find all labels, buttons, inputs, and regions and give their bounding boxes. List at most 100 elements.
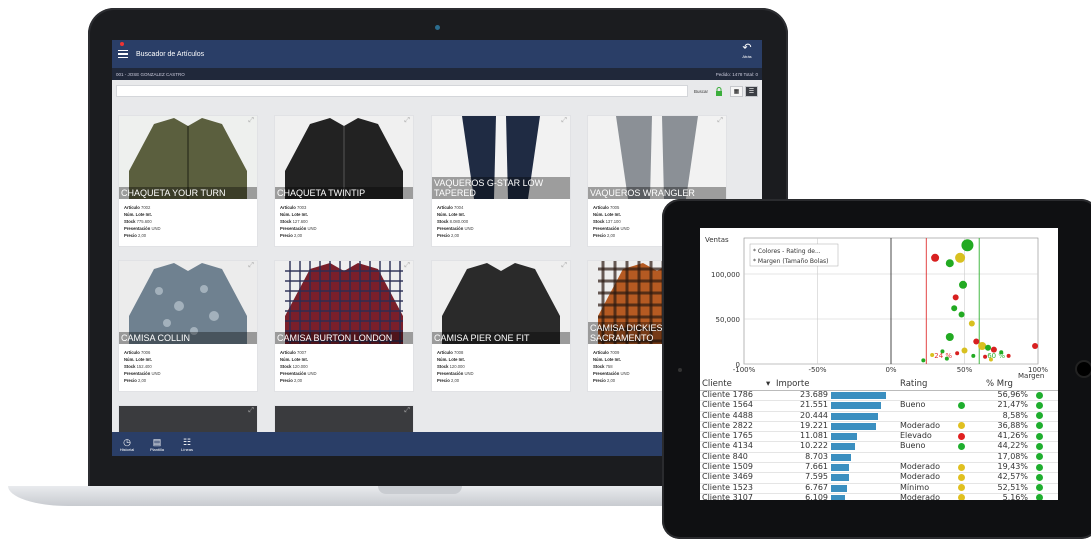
product-info: Artículo 7009 Núm. Lote Int. Stock 758 P…	[593, 350, 630, 383]
importe-bar	[831, 392, 886, 399]
cell-mrg: 21,47%	[997, 400, 1028, 410]
legend-entry: * Colores - Rating de...	[753, 248, 821, 255]
search-button[interactable]: Buscar	[694, 89, 708, 94]
precio-value: 2,00	[137, 233, 147, 238]
nav-label: Historial	[119, 446, 135, 452]
search-input[interactable]	[116, 85, 688, 97]
table-row[interactable]: Cliente 3107 6.109 Moderado 5,16%	[700, 492, 1058, 500]
product-name: VAQUEROS G-STAR LOW TAPERED	[432, 177, 570, 199]
rating-indicator-icon	[958, 484, 965, 492]
nav-lineas[interactable]: ☷ Líneas	[172, 437, 202, 452]
product-name: VAQUEROS WRANGLER	[588, 187, 726, 199]
scatter-point	[973, 338, 980, 345]
cell-mrg: 41,26%	[997, 431, 1028, 441]
scatter-point	[945, 333, 954, 341]
cell-rating: Elevado	[900, 431, 932, 441]
scatter-point	[988, 357, 993, 362]
col-cliente[interactable]: Cliente	[702, 379, 732, 389]
rating-indicator-icon	[958, 422, 965, 430]
expand-icon[interactable]: ⤢	[248, 262, 254, 270]
precio-value: 2,00	[606, 233, 616, 238]
rating-indicator-icon	[958, 442, 965, 450]
tablet-home-button[interactable]	[1075, 360, 1091, 378]
stock-value: 152.400	[136, 364, 152, 369]
product-card[interactable]: VAQUEROS G-STAR LOW TAPERED ⤢ Artículo 7…	[431, 115, 571, 247]
expand-icon[interactable]: ⤢	[404, 407, 410, 415]
margin-indicator-icon	[1036, 442, 1043, 450]
cell-cliente: Cliente 1564	[702, 400, 753, 410]
menu-icon[interactable]	[118, 48, 128, 61]
cell-cliente: Cliente 840	[702, 451, 748, 461]
expand-icon[interactable]: ⤢	[404, 262, 410, 270]
presentacion-value: UND	[464, 371, 474, 376]
stock-value: 758	[605, 364, 613, 369]
order-info: Pedido: 1478 Total: 0	[715, 71, 758, 77]
cell-mrg: 19,43%	[997, 462, 1028, 472]
webcam	[435, 25, 440, 30]
product-card[interactable]: CAMISA PIER ONE FIT ⤢ Artículo 7008 Núm.…	[431, 260, 571, 392]
stock-value: 775.600	[136, 219, 152, 224]
presentacion-value: UND	[307, 226, 317, 231]
margin-indicator-icon	[1036, 484, 1043, 492]
product-card[interactable]: CAMISA BURTON LONDON ⤢ Artículo 7007 Núm…	[274, 260, 414, 392]
scatter-point	[930, 353, 935, 357]
x-tick-label: -50%	[808, 366, 826, 374]
margin-indicator-icon	[1036, 463, 1043, 471]
col-rating[interactable]: Rating	[900, 379, 927, 389]
tablet-camera	[678, 368, 682, 372]
laptop-notch	[378, 486, 462, 494]
margin-indicator-icon	[1036, 432, 1043, 440]
nav-plantilla[interactable]: ▤ Plantilla	[142, 437, 172, 452]
articulo-value: 7002	[141, 205, 151, 210]
cell-cliente: Cliente 4488	[702, 410, 753, 420]
cell-importe: 6.109	[805, 492, 828, 500]
scatter-point	[1006, 353, 1011, 358]
expand-icon[interactable]: ⤢	[404, 117, 410, 125]
nav-label: Líneas	[180, 446, 193, 452]
sort-icon[interactable]: ▾	[766, 379, 770, 389]
product-name: CHAQUETA YOUR TURN	[119, 187, 257, 199]
expand-icon[interactable]: ⤢	[561, 117, 567, 125]
rating-indicator-icon	[958, 473, 965, 481]
importe-bar	[831, 443, 855, 451]
margin-indicator-icon	[1036, 422, 1043, 430]
cell-rating: Bueno	[900, 441, 926, 451]
cell-cliente: Cliente 4134	[702, 441, 753, 451]
scatter-point	[940, 349, 945, 354]
back-label: Atrás	[742, 54, 752, 59]
product-card[interactable]: CAMISA COLLIN ⤢ Artículo 7006 Núm. Lote …	[118, 260, 258, 392]
nav-historial[interactable]: ◷ Historial	[112, 437, 142, 452]
cell-importe: 21.551	[800, 400, 828, 410]
expand-icon[interactable]: ⤢	[561, 262, 567, 270]
grid-view-icon[interactable]: ▦	[730, 85, 743, 97]
product-image: VAQUEROS G-STAR LOW TAPERED	[432, 116, 570, 199]
list-view-icon[interactable]: ☰	[745, 85, 758, 97]
lock-icon[interactable]	[714, 86, 724, 96]
expand-icon[interactable]: ⤢	[248, 407, 254, 415]
stock-value: 137.100	[605, 219, 621, 224]
presentacion-value: UND	[151, 226, 161, 231]
col-mrg[interactable]: % Mrg	[986, 379, 1013, 389]
cell-cliente: Cliente 1786	[702, 390, 753, 399]
presentacion-value: UND	[151, 371, 161, 376]
product-card[interactable]: CHAQUETA TWINTIP ⤢ Artículo 7003 Núm. Lo…	[274, 115, 414, 247]
product-info: Artículo 7005 Núm. Lote Int. Stock 137.1…	[593, 205, 630, 238]
cell-rating: Moderado	[900, 462, 940, 472]
scatter-point	[955, 252, 966, 263]
articulo-value: 7009	[610, 350, 620, 355]
scatter-point	[999, 350, 1004, 355]
product-info: Artículo 7002 Núm. Lote Int. Stock 775.6…	[124, 205, 161, 238]
back-button[interactable]: ↶ Atrás	[738, 43, 756, 60]
scatter-point	[955, 351, 960, 356]
importe-bar	[831, 402, 881, 410]
product-card[interactable]: CHAQUETA YOUR TURN ⤢ Artículo 7002 Núm. …	[118, 115, 258, 247]
col-importe[interactable]: Importe	[776, 379, 809, 389]
expand-icon[interactable]: ⤢	[248, 117, 254, 125]
articulo-value: 7005	[610, 205, 620, 210]
scatter-point	[985, 344, 992, 351]
expand-icon[interactable]: ⤢	[717, 117, 723, 125]
search-row: Buscar ▦ ☰	[112, 80, 762, 102]
importe-bar	[831, 412, 878, 420]
cell-importe: 11.081	[800, 431, 828, 441]
precio-value: 2,00	[293, 233, 303, 238]
